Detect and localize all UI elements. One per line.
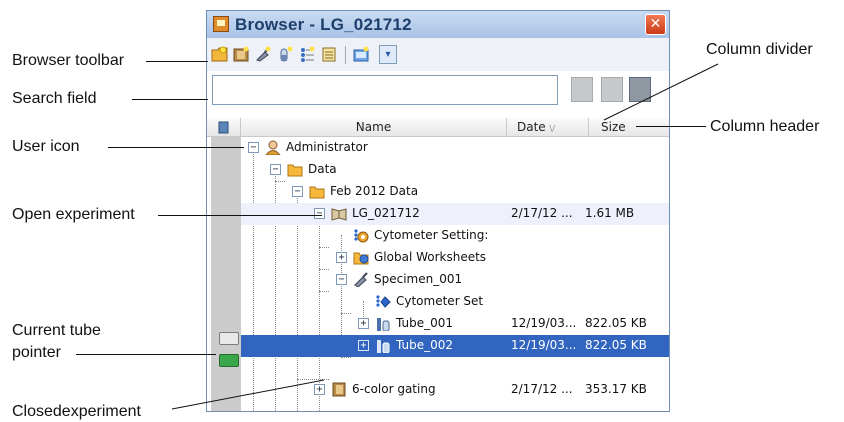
diagonal-leader-lines <box>171 63 719 410</box>
closed-experiment-leader-line <box>171 379 325 410</box>
column-divider-leader-line <box>603 63 719 121</box>
